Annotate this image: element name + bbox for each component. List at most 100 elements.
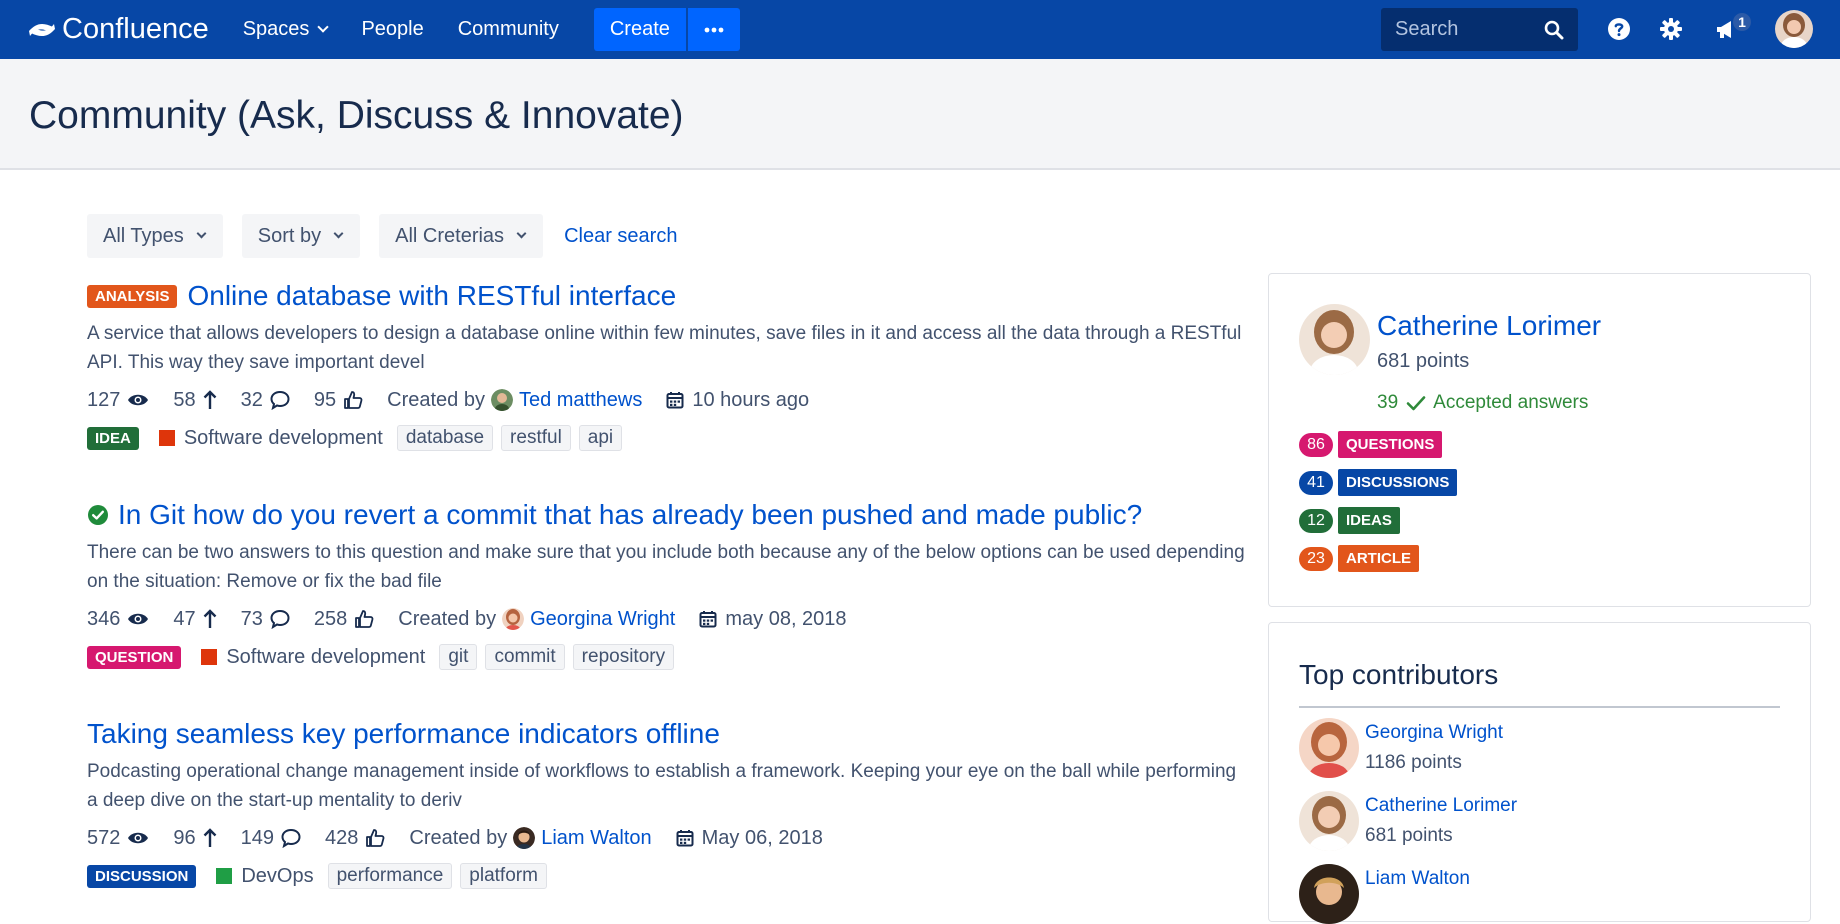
- criteria-filter-dropdown[interactable]: All Creterias: [379, 214, 544, 258]
- calendar-icon: [699, 611, 717, 628]
- search-placeholder: Search: [1395, 18, 1459, 40]
- comments-stat: 149: [241, 827, 301, 850]
- post-item: In Git how do you revert a commit that h…: [87, 497, 1245, 672]
- articles-count: 23: [1299, 546, 1333, 571]
- post-meta: 127 58 32 95 Created by Ted matthews 10 …: [87, 385, 1242, 415]
- post-title-link[interactable]: Taking seamless key performance indicato…: [87, 718, 720, 750]
- profile-card: Catherine Lorimer 681 points 39 Accepted…: [1268, 273, 1811, 607]
- post-description: Podcasting operational change management…: [87, 761, 1237, 811]
- votes-stat: 96: [173, 827, 216, 850]
- ideas-count: 12: [1299, 508, 1333, 533]
- arrow-up-icon: [203, 828, 216, 847]
- sort-dropdown[interactable]: Sort by: [241, 214, 361, 258]
- contributor-points: 1186 points: [1365, 752, 1462, 773]
- user-avatar[interactable]: [1775, 10, 1813, 48]
- comments-stat: 73: [241, 608, 290, 631]
- calendar-icon: [676, 830, 694, 847]
- page-header: Community (Ask, Discuss & Innovate): [0, 59, 1840, 170]
- category-label: Software development: [183, 426, 383, 449]
- votes-stat: 58: [173, 389, 216, 412]
- accepted-answers: 39 Accepted answers: [1377, 392, 1588, 414]
- likes-stat: 95: [314, 389, 363, 412]
- contributor-avatar[interactable]: [1299, 791, 1359, 851]
- post-tags-row: QUESTION Software development git commit…: [87, 642, 1242, 672]
- profile-name-link[interactable]: Catherine Lorimer: [1377, 310, 1601, 342]
- likes-count: 258: [313, 607, 348, 630]
- articles-count-row[interactable]: 23 ARTICLE: [1299, 545, 1419, 572]
- post-category[interactable]: DevOps: [216, 865, 314, 888]
- comment-icon: [281, 828, 301, 848]
- tag[interactable]: performance: [327, 863, 453, 889]
- questions-count-row[interactable]: 86 QUESTIONS: [1299, 431, 1443, 458]
- comments-stat: 32: [241, 389, 290, 412]
- contributor-name-link[interactable]: Catherine Lorimer: [1365, 795, 1517, 817]
- accepted-answers-label: Accepted answers: [1433, 392, 1589, 413]
- help-button[interactable]: [1605, 15, 1633, 43]
- tag[interactable]: restful: [501, 425, 571, 451]
- contributor-avatar-image: [1299, 718, 1359, 778]
- views-stat: 346: [87, 608, 149, 631]
- author-link[interactable]: Ted matthews: [519, 389, 642, 412]
- tag[interactable]: repository: [572, 644, 675, 670]
- created-by-label: Created by: [409, 826, 508, 849]
- post-date: May 06, 2018: [676, 827, 823, 850]
- likes-count: 428: [325, 826, 359, 849]
- contributor-avatar[interactable]: [1299, 718, 1359, 778]
- contributor-avatar-image: [1299, 791, 1359, 851]
- confluence-logo[interactable]: Confluence: [28, 13, 209, 46]
- tag[interactable]: platform: [460, 863, 547, 889]
- chevron-down-icon: [516, 228, 527, 239]
- create-button[interactable]: Create: [593, 8, 686, 51]
- articles-label: ARTICLE: [1338, 545, 1419, 572]
- comments-count: 73: [240, 607, 263, 630]
- category-color-square: [158, 430, 175, 446]
- ideas-count-row[interactable]: 12 IDEAS: [1299, 507, 1400, 534]
- views-count: 346: [87, 607, 121, 630]
- notification-count-badge: 1: [1731, 11, 1753, 33]
- eye-icon: [128, 394, 149, 406]
- clear-search-link[interactable]: Clear search: [564, 225, 677, 248]
- more-button[interactable]: [687, 8, 740, 51]
- views-count: 572: [87, 826, 121, 849]
- profile-points: 681 points: [1377, 350, 1470, 372]
- comment-icon: [270, 390, 290, 410]
- criteria-filter-label: All Creterias: [395, 224, 505, 247]
- tag[interactable]: commit: [485, 644, 565, 670]
- profile-avatar-image: [1299, 304, 1370, 375]
- settings-button[interactable]: [1657, 15, 1685, 43]
- comments-count: 149: [240, 826, 274, 849]
- votes-count: 96: [173, 826, 196, 849]
- contributor-avatar[interactable]: [1299, 864, 1359, 924]
- top-navigation: Confluence Spaces People Community Creat…: [0, 0, 1840, 59]
- post-meta: 572 96 149 428 Created by Liam Walton Ma…: [87, 823, 1242, 853]
- nav-people[interactable]: People: [361, 18, 423, 41]
- post-title-link[interactable]: In Git how do you revert a commit that h…: [118, 499, 1142, 531]
- post-category[interactable]: Software development: [201, 646, 425, 669]
- author-link[interactable]: Liam Walton: [541, 827, 651, 850]
- contributor-name-link[interactable]: Liam Walton: [1365, 868, 1470, 890]
- profile-avatar[interactable]: [1299, 304, 1370, 375]
- post-description: A service that allows developers to desi…: [87, 323, 1242, 373]
- chevron-down-icon: [317, 21, 330, 33]
- nav-community[interactable]: Community: [458, 18, 559, 41]
- accepted-answers-count: 39: [1377, 392, 1399, 413]
- questions-count: 86: [1299, 432, 1333, 457]
- search-input[interactable]: Search: [1381, 8, 1578, 51]
- post-date-text: 10 hours ago: [692, 388, 810, 411]
- tag[interactable]: api: [578, 425, 623, 451]
- created-by-label: Created by: [398, 607, 497, 630]
- discussions-count-row[interactable]: 41 DISCUSSIONS: [1299, 469, 1458, 496]
- questions-label: QUESTIONS: [1338, 431, 1443, 458]
- tag[interactable]: database: [396, 425, 494, 451]
- views-stat: 127: [87, 389, 149, 412]
- contributor-item: Georgina Wright 1186 points: [1299, 718, 1503, 778]
- tag[interactable]: git: [439, 644, 478, 670]
- likes-stat: 258: [314, 608, 374, 631]
- post-title-link[interactable]: Online database with RESTful interface: [187, 280, 676, 312]
- author-link[interactable]: Georgina Wright: [530, 608, 675, 631]
- nav-spaces[interactable]: Spaces: [243, 18, 330, 41]
- post-category[interactable]: Software development: [158, 426, 383, 450]
- types-filter-dropdown[interactable]: All Types: [87, 214, 223, 258]
- contributor-name-link[interactable]: Georgina Wright: [1365, 722, 1503, 744]
- comments-count: 32: [240, 388, 263, 411]
